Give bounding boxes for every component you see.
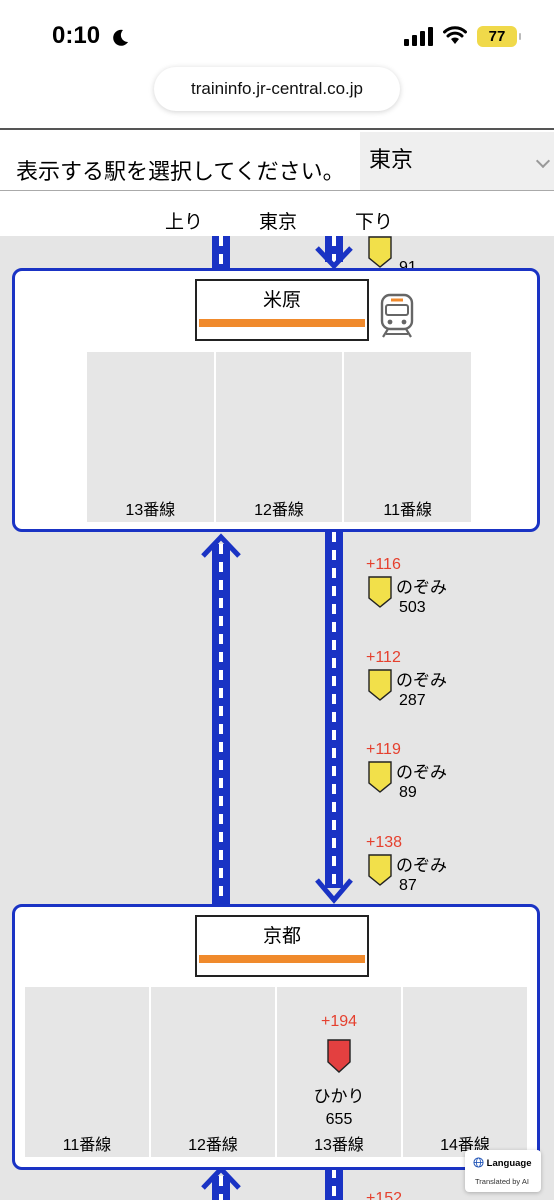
down-arrow-icon	[315, 246, 353, 270]
delay-minutes: +138	[366, 834, 403, 851]
battery-indicator: 77	[477, 26, 521, 47]
delay-minutes: +112	[366, 649, 401, 666]
station-name: 米原	[262, 290, 301, 311]
platform-label: 13番線	[314, 1137, 364, 1154]
train-marker[interactable]: +119 のぞみ 89	[366, 741, 486, 801]
language-label: Language	[486, 1158, 532, 1169]
platform-row: 11番線 12番線 +194 ひかり 655 13番線 14番線	[25, 987, 527, 1157]
status-time: 0:10	[52, 22, 101, 49]
train-name: のぞみ	[396, 856, 447, 875]
train-icon[interactable]	[379, 293, 415, 339]
nozomi-flag-icon	[368, 236, 392, 268]
nozomi-flag-icon	[368, 576, 392, 608]
platform[interactable]: 12番線	[215, 352, 343, 522]
name-stripe	[199, 319, 365, 327]
train-marker[interactable]: +194 ひかり 655	[277, 1013, 401, 1129]
train-name: のぞみ	[396, 578, 447, 597]
name-stripe	[199, 955, 365, 963]
train-marker[interactable]: +138 のぞみ 87	[366, 834, 486, 894]
direction-header: 上り 東京 下り	[0, 190, 554, 236]
select-prompt: 表示する駅を選択してください。	[16, 159, 345, 184]
train-marker[interactable]: +116 のぞみ 503	[366, 556, 486, 616]
up-track	[212, 236, 230, 270]
train-name: ひかり	[313, 1087, 365, 1106]
up-arrow-icon	[201, 533, 241, 558]
platform-label: 11番線	[62, 1137, 112, 1154]
direction-up-label: 上り	[165, 212, 204, 233]
station-selector-row: 表示する駅を選択してください。 東京	[0, 128, 554, 190]
signal-icon	[404, 27, 433, 46]
platform[interactable]: 11番線	[25, 987, 149, 1157]
train-number: 87	[399, 877, 417, 894]
station-name: 京都	[262, 926, 301, 947]
delay-minutes: +194	[320, 1013, 358, 1030]
delay-minutes: +116	[366, 556, 401, 573]
train-name: のぞみ	[396, 671, 447, 690]
chevron-down-icon	[535, 153, 551, 169]
hikari-flag-icon	[327, 1039, 351, 1073]
url-bar[interactable]: traininfo.jr-central.co.jp	[154, 67, 400, 111]
route-board: 91 米原 13番線 12番線 11番線 +116 のぞみ 503 +112	[0, 236, 554, 1200]
language-label-row: Language	[473, 1157, 532, 1169]
platform-label: 11番線	[383, 502, 432, 519]
status-bar: 0:10 77	[0, 0, 554, 64]
platform[interactable]: 13番線	[87, 352, 214, 522]
train-number: 503	[399, 599, 426, 616]
delay-minutes: +119	[366, 741, 401, 758]
train-number: 287	[399, 692, 426, 709]
station-card-maibara: 米原 13番線 12番線 11番線	[12, 268, 540, 532]
platform[interactable]: +194 ひかり 655 13番線	[277, 987, 401, 1157]
platform[interactable]: 12番線	[151, 987, 275, 1157]
down-arrow-icon	[315, 878, 353, 904]
wifi-icon	[443, 26, 467, 44]
station-select[interactable]: 東京	[360, 132, 554, 190]
direction-center-label: 東京	[259, 212, 298, 233]
platform-label: 12番線	[188, 1137, 238, 1154]
train-number: 655	[325, 1111, 353, 1128]
nozomi-flag-icon	[368, 669, 392, 701]
down-track	[325, 1168, 343, 1200]
language-widget[interactable]: Language Translated by AI	[465, 1150, 541, 1192]
down-track	[325, 532, 343, 888]
platform-row: 13番線 12番線 11番線	[87, 352, 472, 522]
train-marker[interactable]: +112 のぞみ 287	[366, 649, 486, 709]
station-name-plate: 京都	[195, 915, 369, 977]
platform[interactable]: 11番線	[344, 352, 472, 522]
station-card-kyoto: 京都 11番線 12番線 +194 ひかり 655 13番線 14番線	[12, 904, 540, 1170]
platform-label: 13番線	[125, 502, 176, 519]
delay-minutes: +152	[366, 1190, 403, 1200]
moon-icon	[113, 29, 128, 46]
globe-icon	[473, 1157, 484, 1168]
station-select-value: 東京	[369, 147, 414, 172]
up-track	[212, 544, 230, 906]
train-number: 89	[399, 784, 417, 801]
nozomi-flag-icon	[368, 854, 392, 886]
platform-label: 12番線	[254, 502, 304, 519]
nozomi-flag-icon	[368, 761, 392, 793]
translated-by-note: Translated by AI	[475, 1177, 529, 1186]
direction-down-label: 下り	[355, 212, 394, 233]
station-name-plate: 米原	[195, 279, 369, 341]
platform[interactable]: 14番線	[403, 987, 527, 1157]
train-name: のぞみ	[396, 763, 447, 782]
